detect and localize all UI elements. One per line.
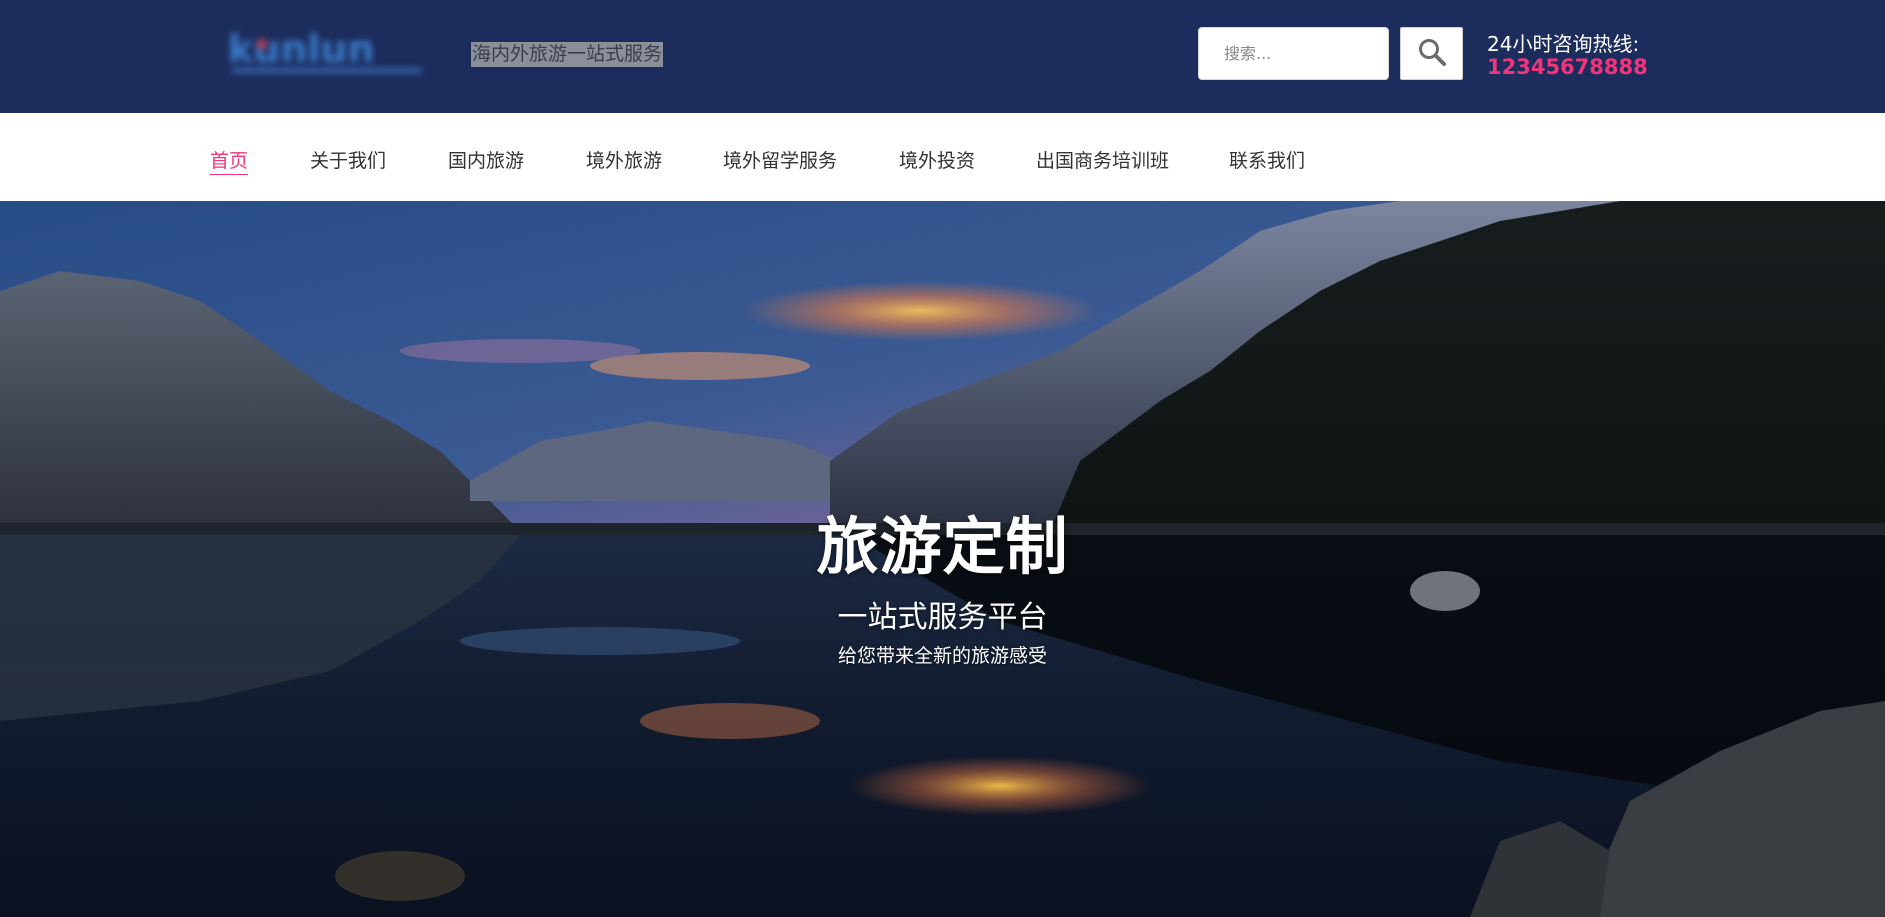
main-nav: 首页 关于我们 国内旅游 境外旅游 境外留学服务 境外投资 出国商务培训班 联系… bbox=[0, 113, 1885, 201]
nav-item-overseas-investment[interactable]: 境外投资 bbox=[899, 146, 975, 173]
top-header: kunlun 海内外旅游一站式服务 24小时咨询热线: 12345678888 bbox=[0, 0, 1885, 113]
company-logo[interactable]: kunlun bbox=[222, 24, 434, 82]
hotline-number[interactable]: 12345678888 bbox=[1487, 55, 1648, 79]
nav-item-contact[interactable]: 联系我们 bbox=[1229, 146, 1305, 173]
site-tagline: 海内外旅游一站式服务 bbox=[471, 42, 664, 67]
hero-title: 旅游定制 bbox=[816, 510, 1069, 583]
svg-text:kunlun: kunlun bbox=[228, 27, 375, 71]
search-icon bbox=[1417, 37, 1447, 71]
nav-item-overseas-travel[interactable]: 境外旅游 bbox=[586, 146, 662, 173]
hero-banner: 旅游定制 一站式服务平台 给您带来全新的旅游感受 bbox=[0, 201, 1885, 917]
hero-subtitle: 一站式服务平台 bbox=[837, 600, 1048, 635]
nav-item-home[interactable]: 首页 bbox=[210, 146, 249, 175]
nav-item-about[interactable]: 关于我们 bbox=[310, 146, 386, 173]
nav-item-study-abroad[interactable]: 境外留学服务 bbox=[723, 146, 837, 173]
hero-description: 给您带来全新的旅游感受 bbox=[837, 645, 1047, 667]
search-input[interactable] bbox=[1198, 27, 1389, 80]
search-button[interactable] bbox=[1400, 27, 1463, 80]
hotline-label: 24小时咨询热线: bbox=[1487, 32, 1640, 56]
nav-item-business-training[interactable]: 出国商务培训班 bbox=[1036, 146, 1169, 173]
nav-item-domestic-travel[interactable]: 国内旅游 bbox=[448, 146, 524, 173]
